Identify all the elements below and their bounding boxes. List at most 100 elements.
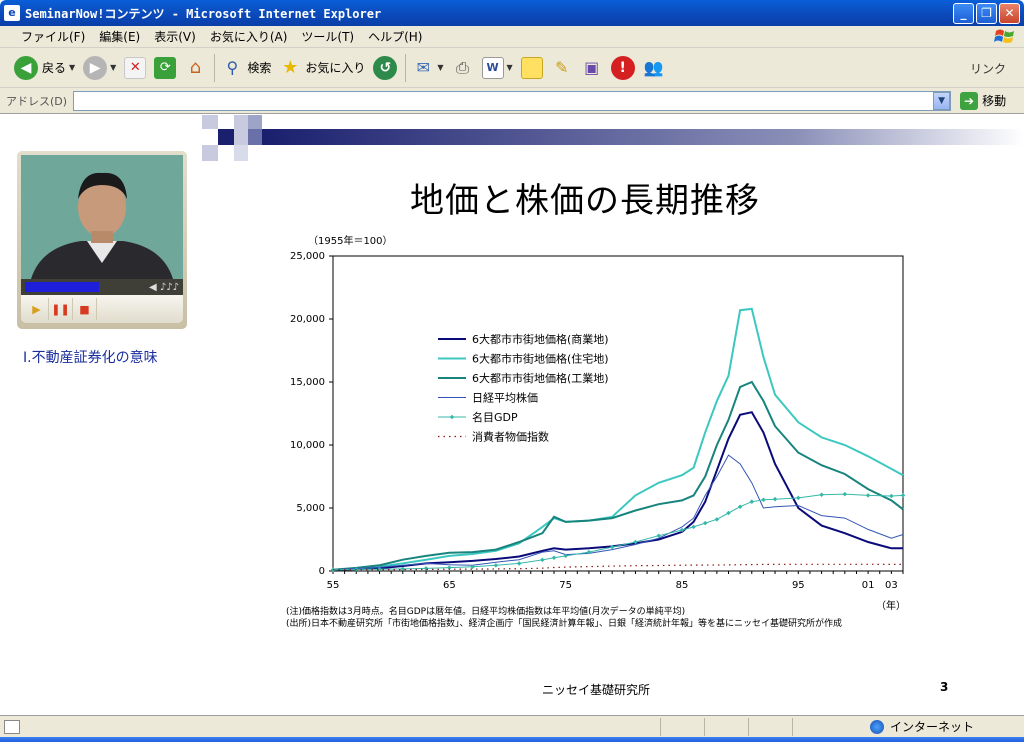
x-tick-label: 55 — [327, 580, 340, 591]
discuss-button[interactable] — [520, 56, 543, 79]
minimize-button[interactable]: _ — [953, 3, 974, 24]
menu-bar: ファイル(F) 編集(E) 表示(V) お気に入り(A) ツール(T) ヘルプ(… — [0, 26, 1024, 48]
organization-name: ニッセイ基礎研究所 — [542, 683, 651, 697]
alert-icon: ! — [610, 55, 635, 80]
messenger-alert-button[interactable]: ! — [610, 55, 635, 80]
mail-icon: ✉ — [416, 58, 431, 77]
search-label: 検索 — [247, 61, 272, 75]
gdp-marker — [761, 497, 766, 503]
ie-icon: e — [4, 5, 20, 21]
close-button[interactable]: ✕ — [999, 3, 1020, 24]
back-arrow-icon: ◀ — [14, 55, 38, 80]
gdp-marker — [749, 499, 755, 504]
status-bar: インターネット — [0, 715, 1024, 737]
legend-label: 6大都市市街地価格(住宅地) — [472, 352, 609, 366]
maximize-button[interactable]: ❐ — [976, 3, 997, 24]
gdp-marker — [516, 561, 522, 566]
x-tick-label: 01 — [862, 580, 875, 591]
status-segment — [660, 717, 684, 736]
security-zone: インターネット — [870, 718, 974, 735]
messenger-icon: 👥 — [643, 58, 664, 77]
stop-icon: ✕ — [124, 56, 147, 79]
series-line-4 — [332, 493, 904, 571]
messenger-button[interactable]: 👥 — [643, 57, 665, 79]
chevron-down-icon: ▼ — [69, 63, 76, 72]
status-segment — [704, 717, 728, 736]
page-number: 3 — [940, 680, 949, 694]
favorites-label: お気に入り — [305, 61, 366, 75]
search-button[interactable]: ⚲ 検索 — [221, 57, 271, 79]
back-label: 戻る — [42, 61, 67, 75]
forward-button[interactable]: ▶ ▼ — [83, 55, 117, 80]
links-label[interactable]: リンク — [970, 60, 1006, 77]
gdp-marker — [400, 566, 406, 572]
gdp-marker — [714, 517, 720, 522]
back-button[interactable]: ◀ 戻る ▼ — [14, 55, 76, 80]
home-button[interactable]: ⌂ — [184, 57, 206, 79]
gdp-marker — [842, 491, 848, 497]
x-tick-label: 95 — [792, 580, 805, 591]
menu-help[interactable]: ヘルプ(H) — [361, 28, 429, 45]
history-icon: ↺ — [373, 55, 398, 80]
gdp-marker — [900, 493, 906, 498]
gdp-marker — [551, 555, 557, 561]
page-content: ◀ ♪♪♪ ▶ ❚❚ ■ Ⅰ.不動産証券化の意味 地価と株価の長期推移 0 5,0… — [0, 115, 1024, 715]
gdp-marker — [493, 563, 499, 568]
x-tick-label: 03 — [885, 580, 898, 591]
series-line-1 — [332, 307, 904, 571]
gdp-marker — [726, 510, 731, 516]
menu-view[interactable]: 表示(V) — [147, 28, 203, 45]
menu-favorites[interactable]: お気に入り(A) — [203, 28, 295, 45]
menu-tools[interactable]: ツール(T) — [294, 28, 361, 45]
globe-icon — [870, 719, 884, 734]
gdp-marker — [796, 495, 801, 501]
windows-logo-icon — [994, 29, 1014, 43]
edit-button[interactable]: W ▼ — [481, 56, 513, 79]
gdp-marker — [702, 520, 708, 526]
refresh-button[interactable]: ⟳ — [154, 56, 177, 79]
menu-edit[interactable]: 編集(E) — [92, 28, 147, 45]
toolbar-separator — [405, 53, 407, 82]
go-button[interactable]: ➔ 移動 — [960, 91, 1007, 110]
legend-label: 消費者物価指数 — [472, 430, 549, 444]
zone-label: インターネット — [890, 720, 975, 734]
gdp-marker — [772, 496, 778, 502]
toolbar: ◀ 戻る ▼ ▶ ▼ ✕ ⟳ ⌂ ⚲ 検索 ★ お気に入り ↺ ✉ ▼ ⎙ W … — [0, 48, 1024, 88]
research-icon: ✎ — [554, 58, 569, 77]
chevron-down-icon: ▼ — [506, 63, 513, 72]
legend-label: 6大都市市街地価格(工業地) — [472, 371, 609, 385]
y-tick-label: 20,000 — [290, 314, 325, 325]
forward-arrow-icon: ▶ — [83, 55, 108, 80]
address-bar: アドレス(D) ▼ ➔ 移動 — [0, 88, 1024, 114]
refresh-icon: ⟳ — [154, 56, 177, 79]
address-input[interactable] — [73, 90, 952, 111]
address-dropdown-icon[interactable]: ▼ — [933, 91, 951, 110]
x-tick-label: 65 — [443, 580, 456, 591]
chevron-down-icon: ▼ — [110, 63, 117, 72]
home-icon: ⌂ — [189, 57, 202, 78]
search-icon: ⚲ — [226, 58, 239, 77]
menu-file[interactable]: ファイル(F) — [14, 28, 92, 45]
y-tick-label: 10,000 — [290, 440, 325, 451]
star-icon: ★ — [282, 57, 299, 78]
research-button[interactable]: ✎ — [551, 57, 573, 79]
gdp-marker — [889, 493, 894, 499]
note-line-2: (出所)日本不動産研究所「市街地価格指数」、経済企画庁「国民経済計算年報」、日銀… — [286, 619, 843, 629]
window-title-bar: e SeminarNow!コンテンツ - Microsoft Internet … — [0, 0, 1024, 26]
favorites-button[interactable]: ★ お気に入り — [279, 57, 365, 79]
go-label: 移動 — [982, 94, 1007, 108]
mail-button[interactable]: ✉ ▼ — [412, 57, 444, 79]
gdp-marker — [691, 524, 696, 530]
media-icon: ▣ — [584, 58, 600, 77]
note-line-1: (注)価格指数は3月時点。名目GDPは暦年値。日経平均株価指数は年平均値(月次デ… — [286, 607, 686, 617]
stop-button[interactable]: ✕ — [124, 56, 147, 79]
print-button[interactable]: ⎙ — [452, 57, 474, 79]
word-icon: W — [481, 56, 504, 79]
y-tick-label: 0 — [319, 566, 325, 577]
legend-label: 名目GDP — [472, 410, 518, 424]
status-segment — [748, 717, 772, 736]
chevron-down-icon: ▼ — [437, 63, 444, 72]
media-button[interactable]: ▣ — [581, 57, 603, 79]
history-button[interactable]: ↺ — [373, 55, 398, 80]
legend-marker — [449, 414, 455, 420]
